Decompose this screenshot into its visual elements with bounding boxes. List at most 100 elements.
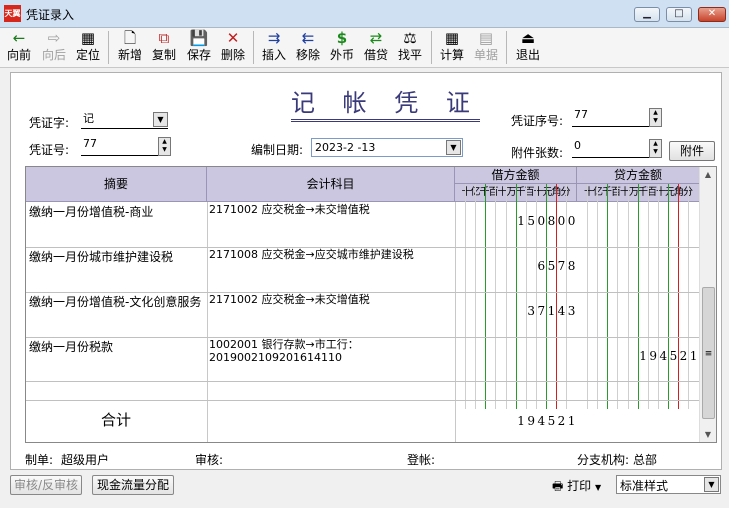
digit-line — [505, 184, 507, 409]
print-style-select[interactable]: 标准样式 ▼ — [616, 475, 721, 494]
receipt-icon: ▤ — [478, 29, 494, 47]
insert-button[interactable]: ⇉ 插入 — [259, 29, 289, 65]
audit-label: 审核: — [195, 453, 224, 467]
chevron-down-icon[interactable]: ▼ — [446, 140, 461, 155]
digit-line — [607, 184, 609, 409]
swap-icon: ⇄ — [369, 29, 383, 47]
digit-line — [678, 184, 679, 409]
summary-cell[interactable]: 缴纳一月份税款 — [29, 338, 113, 355]
forex-button[interactable]: $ 外币 — [327, 29, 357, 65]
exit-button[interactable]: ⏏ 退出 — [513, 29, 543, 65]
delete-button[interactable]: ✕ 删除 — [218, 29, 248, 65]
maximize-button[interactable]: □ — [666, 7, 692, 22]
chevron-down-icon[interactable]: ▼ — [704, 477, 719, 492]
digit-line — [617, 184, 619, 409]
spinner-icon[interactable]: ▲ ▼ — [649, 108, 662, 127]
attachment-count-label: 附件张数: — [511, 146, 564, 160]
scroll-down-icon[interactable]: ▼ — [700, 427, 716, 442]
account-cell[interactable]: 2171002 应交税金→未交增值税 — [209, 203, 449, 216]
title-bar: 天翼 凭证录入 ▁ □ ✕ — [0, 0, 729, 28]
cashflow-button[interactable]: 现金流量分配 — [92, 475, 174, 495]
voucher-word-select[interactable]: 记 ▼ — [81, 110, 168, 129]
printer-icon: 🖶 — [552, 479, 564, 493]
branch-label: 分支机构: — [577, 453, 630, 467]
column-divider — [455, 202, 456, 442]
chevron-down-icon[interactable]: ▼ — [153, 112, 168, 127]
digit-line — [465, 184, 467, 409]
debit-credit-button[interactable]: ⇄ 借贷 — [361, 29, 391, 65]
print-button[interactable]: 🖶 打印 ▼ — [552, 477, 601, 498]
locate-button[interactable]: ▦ 定位 — [73, 29, 103, 65]
voucher-seq-input[interactable]: 77 ▲ ▼ — [572, 108, 662, 127]
branch-value: 总部 — [633, 453, 658, 467]
receipt-button[interactable]: ▤ 单据 — [471, 29, 501, 65]
calculator-icon: ▦ — [444, 29, 460, 47]
balance-button[interactable]: ⚖ 找平 — [395, 29, 425, 65]
back-button[interactable]: ← 向前 — [4, 29, 34, 65]
save-button[interactable]: 💾 保存 — [184, 29, 214, 65]
summary-header: 摘要 — [26, 167, 207, 202]
digit-line — [657, 184, 659, 409]
scroll-up-icon[interactable]: ▲ — [700, 167, 716, 183]
digit-line — [485, 184, 487, 409]
minimize-button[interactable]: ▁ — [634, 7, 660, 22]
remove-row-icon: ⇇ — [301, 29, 315, 47]
account-header: 会计科目 — [207, 167, 455, 202]
forward-button[interactable]: ⇨ 向后 — [38, 29, 70, 65]
date-label: 编制日期: — [251, 143, 304, 157]
digit-line — [688, 184, 690, 409]
voucher-no-input[interactable]: 77 ▲ ▼ — [81, 137, 171, 156]
post-label: 登帐: — [407, 453, 436, 467]
new-button[interactable]: 🗋 新增 — [115, 29, 145, 65]
chevron-down-icon[interactable]: ▼ — [595, 483, 601, 492]
summary-cell[interactable]: 缴纳一月份增值税-文化创意服务 — [29, 293, 201, 310]
summary-cell[interactable]: 缴纳一月份城市维护建设税 — [29, 248, 173, 265]
column-divider — [207, 202, 208, 442]
vertical-scrollbar[interactable]: ▲ ≡ ▼ — [699, 167, 716, 442]
copy-icon: ⧉ — [158, 29, 170, 47]
entry-table: 摘要 会计科目 借方金额 十亿千百十万千百十元角分 贷方金额 十亿千百十万千百十… — [25, 166, 717, 443]
debit-amount-digit: 3 — [567, 304, 576, 318]
credit-amount-digit: 1 — [689, 349, 698, 363]
attachment-button[interactable]: 附件 — [669, 141, 715, 161]
delete-icon: ✕ — [226, 29, 240, 47]
voucher-seq-label: 凭证序号: — [511, 114, 564, 128]
toolbar-separator — [431, 31, 432, 64]
account-cell[interactable]: 2171008 应交税金→应交城市维护建设税 — [209, 248, 449, 261]
date-picker[interactable]: 2023-2 -13 ▼ — [311, 138, 463, 157]
maker-label: 制单: — [25, 453, 54, 467]
row-divider — [26, 381, 700, 382]
voucher-no-label: 凭证号: — [29, 143, 70, 157]
close-button[interactable]: ✕ — [698, 7, 726, 22]
toolbar-separator — [108, 31, 109, 64]
spinner-icon[interactable]: ▲ ▼ — [158, 137, 171, 156]
digit-line — [587, 184, 589, 409]
spinner-icon[interactable]: ▲ ▼ — [649, 139, 662, 158]
summary-cell[interactable]: 缴纳一月份增值税-商业 — [29, 203, 153, 220]
insert-row-icon: ⇉ — [267, 29, 281, 47]
calculate-button[interactable]: ▦ 计算 — [437, 29, 467, 65]
attachment-count-input[interactable]: 0 ▲ ▼ — [572, 139, 662, 158]
remove-button[interactable]: ⇇ 移除 — [293, 29, 323, 65]
window-title: 凭证录入 — [26, 8, 75, 22]
total-debit-digit: 1 — [567, 414, 576, 428]
maker-value: 超级用户 — [61, 453, 110, 467]
toolbar-separator — [506, 31, 507, 64]
debit-amount-digit: 8 — [567, 259, 576, 273]
toolbar: ← 向前 ⇨ 向后 ▦ 定位 🗋 新增 ⧉ 复制 💾 保存 ✕ 删除 ⇉ 插入 ⇇ 移除 $ 外币 … — [0, 28, 729, 68]
account-cell[interactable]: 1002001 银行存款→市工行：2019002109201614110 — [209, 338, 449, 364]
exit-icon: ⏏ — [520, 29, 536, 47]
digit-line — [647, 184, 649, 409]
account-cell[interactable]: 2171002 应交税金→未交增值税 — [209, 293, 449, 306]
voucher-title: 记 帐 凭 证 — [291, 83, 480, 122]
copy-button[interactable]: ⧉ 复制 — [149, 29, 179, 65]
digit-line — [597, 184, 599, 409]
audit-toggle-button[interactable]: 审核/反审核 — [10, 475, 82, 495]
dollar-icon: $ — [336, 29, 348, 47]
digit-line — [495, 184, 497, 409]
new-document-icon: 🗋 — [123, 29, 137, 47]
debit-amount-digit: 0 — [567, 214, 576, 228]
digit-line — [627, 184, 629, 409]
locate-icon: ▦ — [80, 29, 96, 47]
scroll-thumb[interactable]: ≡ — [702, 287, 715, 419]
